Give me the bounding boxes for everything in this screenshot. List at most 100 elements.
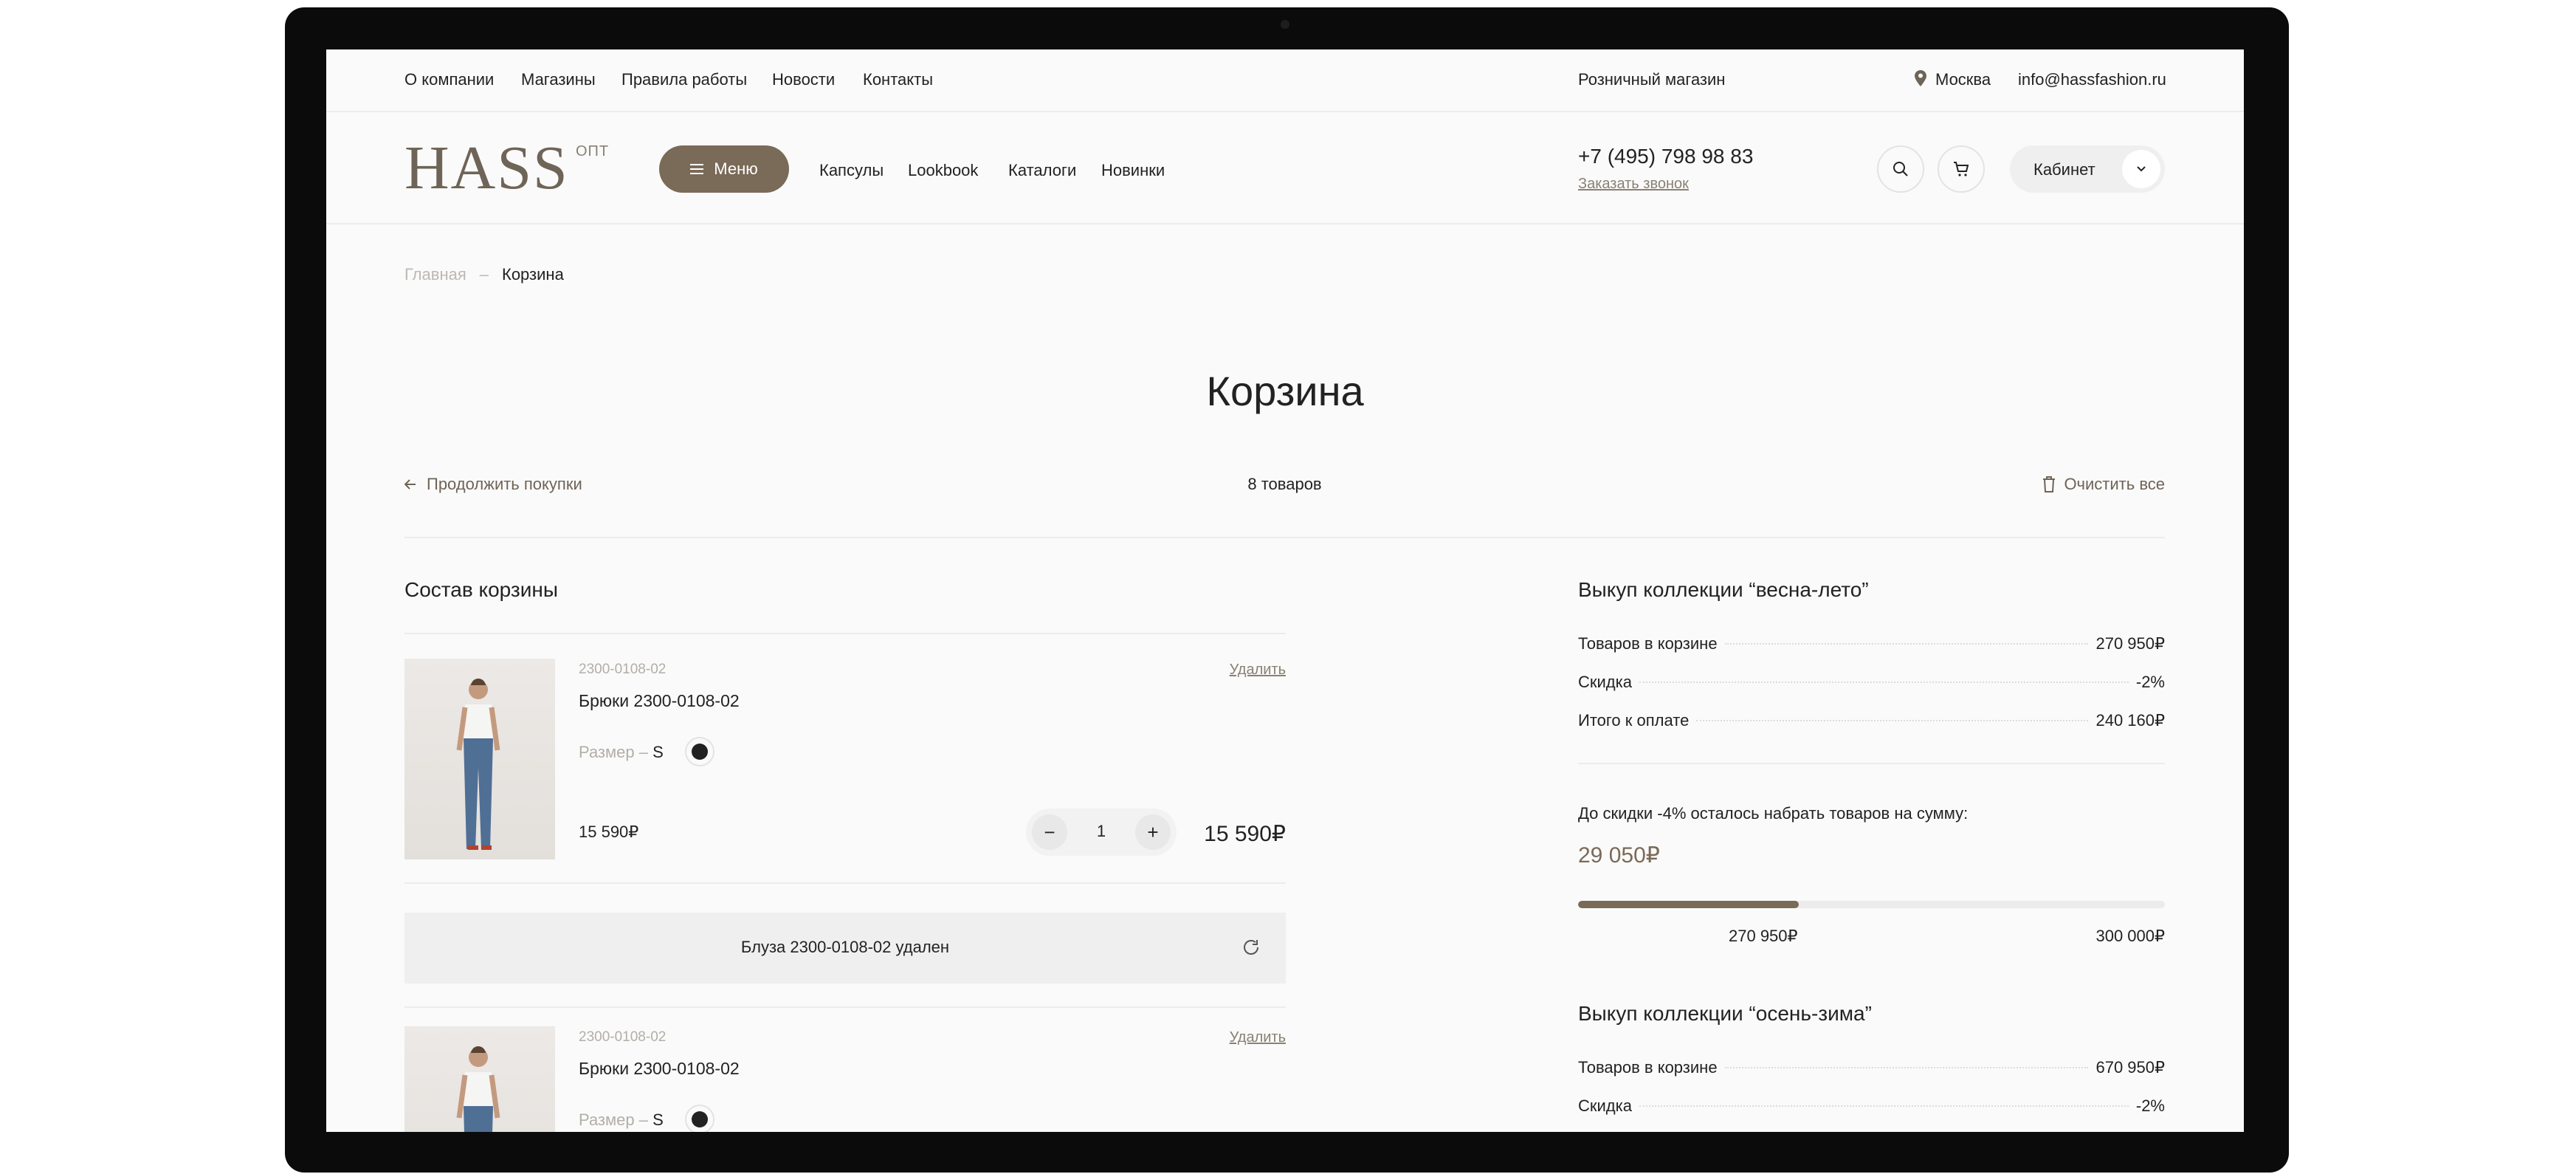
size-label: Размер –	[579, 1111, 648, 1129]
removed-item-notice: Блуза 2300-0108-02 удален	[404, 913, 1286, 984]
search-button[interactable]	[1877, 145, 1924, 193]
row-value: 670 950₽	[2095, 1058, 2165, 1077]
delete-item-button[interactable]: Удалить	[1230, 1029, 1286, 1046]
quantity-stepper: − 1 +	[1026, 809, 1177, 856]
item-name[interactable]: Брюки 2300-0108-02	[579, 1059, 740, 1079]
cart-toolbar: Продолжить покупки 8 товаров Очистить вс…	[404, 475, 2165, 504]
progress-target-label: 300 000₽	[2095, 927, 2165, 945]
cart-item-count: 8 товаров	[1247, 475, 1322, 493]
row-label: Товаров в корзине	[1578, 634, 1718, 653]
color-swatch[interactable]	[685, 1105, 714, 1132]
row-value: -2%	[2135, 1096, 2165, 1115]
row-value: 270 950₽	[2095, 634, 2165, 653]
product-image[interactable]	[404, 1026, 555, 1132]
progress-current-label: 270 950₽	[1729, 927, 1798, 945]
topbar-link-news[interactable]: Новости	[772, 70, 835, 89]
topbar-link-contacts[interactable]: Контакты	[863, 70, 933, 89]
cabinet-dropdown[interactable]	[2122, 150, 2160, 188]
row-label: Итого к оплате	[1578, 711, 1690, 730]
row-label: Скидка	[1578, 1096, 1632, 1115]
discount-progress-bar	[1578, 901, 2165, 908]
cabinet-label: Кабинет	[2033, 160, 2095, 179]
topbar-link-about[interactable]: О компании	[404, 70, 494, 89]
browser-screen: О компании Магазины Правила работы Новос…	[326, 49, 2244, 1132]
page-title: Корзина	[1206, 368, 1364, 414]
monitor-frame: О компании Магазины Правила работы Новос…	[285, 7, 2289, 1173]
nav-lookbook[interactable]: Lookbook	[908, 161, 978, 180]
restore-icon[interactable]	[1241, 938, 1261, 957]
item-unit-price: 15 590₽	[579, 823, 639, 841]
nav-capsules[interactable]: Капсулы	[819, 161, 884, 180]
summary-row: Скидка -2%	[1578, 1096, 2165, 1119]
cart-section-title: Состав корзины	[404, 578, 558, 601]
chevron-down-icon	[2137, 166, 2146, 172]
topbar-link-rules[interactable]: Правила работы	[621, 70, 747, 89]
breadcrumb-separator: –	[479, 265, 489, 284]
breadcrumb-current: Корзина	[502, 265, 564, 284]
model-figure-icon	[456, 1046, 500, 1132]
summary-title: Выкуп коллекции “осень-зима”	[1578, 1002, 1872, 1025]
progress-fill	[1578, 901, 1799, 908]
item-article: 2300-0108-02	[579, 662, 667, 677]
top-bar: О компании Магазины Правила работы Новос…	[326, 49, 2244, 112]
logo-subtitle: ОПТ	[576, 143, 610, 159]
menu-button[interactable]: Меню	[659, 145, 789, 193]
summary-autumn-winter: Выкуп коллекции “осень-зима” Товаров в к…	[1578, 1002, 2165, 1132]
clear-all-button[interactable]: Очистить все	[2042, 475, 2165, 494]
remaining-amount: 29 050₽	[1578, 843, 1660, 868]
cart-button[interactable]	[1938, 145, 1985, 193]
item-name[interactable]: Брюки 2300-0108-02	[579, 691, 740, 711]
logo[interactable]: HASS	[404, 137, 569, 199]
nav-new[interactable]: Новинки	[1101, 161, 1165, 180]
search-icon	[1893, 162, 1908, 176]
burger-icon	[690, 164, 704, 174]
removed-item-text: Блуза 2300-0108-02 удален	[740, 938, 950, 956]
discount-note: До скидки -4% осталось набрать товаров н…	[1578, 804, 1969, 823]
menu-button-label: Меню	[714, 159, 758, 178]
breadcrumb: Главная – Корзина	[404, 265, 564, 284]
item-size: Размер – S	[579, 743, 664, 762]
product-image[interactable]	[404, 659, 555, 859]
arrow-left-icon	[404, 479, 416, 490]
cart-divider	[404, 1006, 1286, 1008]
summary-row: Скидка -2%	[1578, 673, 2165, 695]
delete-item-button[interactable]: Удалить	[1230, 662, 1286, 679]
callback-link[interactable]: Заказать звонок	[1578, 176, 1689, 193]
row-label: Товаров в корзине	[1578, 1058, 1718, 1077]
row-label: Скидка	[1578, 673, 1632, 691]
toolbar-divider	[404, 537, 2165, 538]
cart-divider	[404, 882, 1286, 884]
item-total-price: 15 590₽	[1204, 822, 1286, 846]
topbar-link-stores[interactable]: Магазины	[521, 70, 596, 89]
main-header: HASS ОПТ Меню Капсулы Lookbook Каталоги …	[326, 114, 2244, 224]
location-pin-icon	[1915, 70, 1926, 86]
nav-catalogs[interactable]: Каталоги	[1008, 161, 1076, 180]
cart-item: 2300-0108-02 Брюки 2300-0108-02 Размер –…	[404, 1026, 1286, 1132]
breadcrumb-home[interactable]: Главная	[404, 265, 466, 284]
trash-icon	[2043, 476, 2056, 492]
model-figure-icon	[456, 679, 500, 850]
topbar-city[interactable]: Москва	[1935, 70, 1991, 89]
row-value: 240 160₽	[2095, 711, 2165, 730]
phone-number[interactable]: +7 (495) 798 98 83	[1578, 145, 1753, 168]
cart-icon	[1954, 162, 1969, 176]
cart-divider-top	[404, 633, 1286, 634]
increase-qty-button[interactable]: +	[1135, 814, 1171, 850]
continue-shopping-link[interactable]: Продолжить покупки	[404, 475, 582, 494]
row-value: -2%	[2135, 673, 2165, 691]
color-swatch[interactable]	[685, 737, 714, 766]
camera-dot	[1281, 20, 1289, 29]
cart-item: 2300-0108-02 Брюки 2300-0108-02 Размер –…	[404, 659, 1286, 859]
item-article: 2300-0108-02	[579, 1029, 667, 1045]
plus-icon: +	[1147, 820, 1159, 843]
summary-row: Товаров в корзине 670 950₽	[1578, 1058, 2165, 1080]
size-label: Размер –	[579, 743, 648, 761]
continue-shopping-label: Продолжить покупки	[427, 475, 582, 493]
summary-row: Товаров в корзине 270 950₽	[1578, 634, 2165, 656]
summary-title: Выкуп коллекции “весна-лето”	[1578, 578, 1869, 601]
topbar-retail-link[interactable]: Розничный магазин	[1578, 70, 1725, 89]
size-value: S	[652, 1111, 664, 1129]
cabinet-button[interactable]: Кабинет	[2010, 145, 2165, 193]
summary-divider	[1578, 763, 2165, 764]
topbar-email[interactable]: info@hassfashion.ru	[2018, 70, 2166, 89]
